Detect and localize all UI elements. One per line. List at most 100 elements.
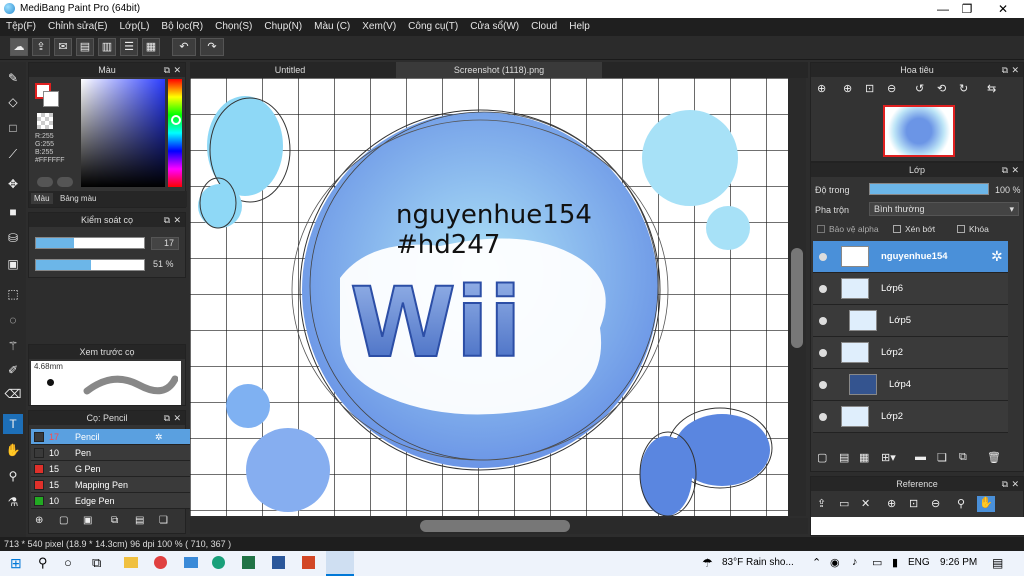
layer-row[interactable]: Lớp4: [813, 369, 1008, 401]
merge-layer-icon[interactable]: ⧉: [959, 451, 967, 464]
hue-slider[interactable]: [168, 79, 182, 187]
tab-untitled[interactable]: Untitled: [190, 62, 390, 78]
popout-icon[interactable]: ⧉: [164, 63, 170, 77]
transparent-swatch[interactable]: [37, 113, 53, 129]
vertical-scrollbar[interactable]: [788, 78, 806, 516]
menu-view[interactable]: Xem(V): [356, 18, 402, 36]
fit-icon[interactable]: ⊡: [909, 497, 918, 510]
palette-toggle-icon[interactable]: [37, 177, 53, 187]
visibility-eye-icon[interactable]: [819, 317, 827, 325]
close-panel-icon[interactable]: ✕: [173, 411, 181, 425]
delete-layer-icon[interactable]: 🗑: [987, 451, 1001, 464]
brush-item[interactable]: 15 Mapping Pen: [31, 477, 196, 493]
hand-icon[interactable]: ✋: [977, 496, 995, 512]
document-icon[interactable]: ▥: [98, 38, 116, 56]
monitor-icon[interactable]: [184, 557, 198, 568]
horizontal-scroll-thumb[interactable]: [420, 520, 570, 532]
layer-row[interactable]: Lớp6: [813, 273, 1008, 305]
battery-icon[interactable]: ▮: [892, 556, 898, 569]
zoom-out-icon[interactable]: ⊖: [887, 82, 896, 95]
fill-rect-tool-icon[interactable]: ■: [3, 202, 23, 222]
opacity-slider[interactable]: [35, 259, 145, 271]
new-brush-icon[interactable]: ▢: [59, 515, 68, 526]
tab-screenshot[interactable]: Screenshot (1118).png: [396, 62, 602, 78]
brush-item[interactable]: 10 Edge Pen: [31, 493, 196, 509]
new-layer-icon[interactable]: ▢: [817, 451, 827, 464]
drawing-canvas[interactable]: Wii nguyenhue154 #hd247: [190, 78, 788, 516]
file-explorer-icon[interactable]: [124, 557, 138, 568]
menu-tools[interactable]: Công cụ(T): [402, 18, 464, 36]
menu-cloud[interactable]: Cloud: [525, 18, 563, 36]
brush-item[interactable]: 10 Pen: [31, 445, 196, 461]
layer-row[interactable]: Lớp5: [813, 305, 1008, 337]
layer-settings-icon[interactable]: ✲: [991, 248, 1003, 265]
move-tool-icon[interactable]: ✥: [3, 174, 23, 194]
powerpoint-icon[interactable]: [302, 556, 315, 569]
tray-chevron-icon[interactable]: ⌃: [812, 556, 821, 569]
text-tool-icon[interactable]: T: [3, 414, 23, 434]
duplicate-brush-icon[interactable]: ❏: [159, 515, 168, 526]
menu-layer[interactable]: Lớp(L): [114, 18, 156, 36]
popout-icon[interactable]: ⧉: [1002, 63, 1008, 77]
list-icon[interactable]: ☰: [120, 38, 138, 56]
menu-filter[interactable]: Bộ lọc(R): [155, 18, 209, 36]
visibility-eye-icon[interactable]: [819, 349, 827, 357]
tray-app-icon[interactable]: ◉: [830, 556, 840, 569]
horizontal-scrollbar[interactable]: [190, 518, 808, 534]
menu-capture[interactable]: Chụp(N): [258, 18, 308, 36]
lasso-tool-icon[interactable]: ◌: [3, 310, 23, 330]
popout-icon[interactable]: ⧉: [164, 411, 170, 425]
magic-wand-icon[interactable]: ⚚: [3, 336, 23, 356]
task-view-icon[interactable]: ⧉: [92, 555, 101, 571]
select-rect-icon[interactable]: ⬚: [3, 284, 23, 304]
close-panel-icon[interactable]: ✕: [173, 63, 181, 77]
menu-window[interactable]: Cửa sổ(W): [464, 18, 525, 36]
brush-settings-icon[interactable]: ✲: [155, 429, 163, 445]
copy-brush-icon[interactable]: ⧉: [111, 515, 118, 526]
menu-color[interactable]: Màu (C): [308, 18, 356, 36]
layer-row[interactable]: Lớp2: [813, 337, 1008, 369]
lock-checkbox[interactable]: [957, 225, 965, 233]
color-picker-square[interactable]: [81, 79, 165, 187]
line-tool-icon[interactable]: ⟋: [3, 144, 23, 164]
zoom-fit-icon[interactable]: ⊕: [817, 82, 826, 95]
layer-opacity-slider[interactable]: [869, 183, 989, 195]
comment-icon[interactable]: ✉: [54, 38, 72, 56]
eyedropper-icon[interactable]: ⚲: [957, 497, 965, 510]
layer-row[interactable]: Lớp2: [813, 401, 1008, 433]
menu-help[interactable]: Help: [563, 18, 596, 36]
medibang-taskbar-icon[interactable]: [326, 551, 354, 576]
protect-alpha-checkbox[interactable]: [817, 225, 825, 233]
duplicate-layer-icon[interactable]: ❏: [937, 451, 947, 464]
popout-icon[interactable]: ⧉: [164, 213, 170, 227]
brush-tool-icon[interactable]: ✎: [3, 68, 23, 88]
word-icon[interactable]: [272, 556, 285, 569]
rotate-left-icon[interactable]: ↺: [915, 82, 924, 95]
eraser-tool-icon[interactable]: ◇: [3, 92, 23, 112]
navigator-thumbnail[interactable]: [883, 105, 955, 157]
new-layer-2-icon[interactable]: ▤: [839, 451, 849, 464]
notification-icon[interactable]: ▤: [992, 556, 1003, 570]
layer-row[interactable]: nguyenhue154 ✲: [813, 241, 1008, 273]
rectangle-tool-icon[interactable]: □: [3, 118, 23, 138]
folder-icon[interactable]: ▬: [915, 451, 926, 463]
weather-text[interactable]: 83°F Rain sho...: [722, 557, 794, 568]
cloud-upload-icon[interactable]: ⇪: [817, 497, 826, 510]
hand-tool-icon[interactable]: ✋: [3, 440, 23, 460]
close-panel-icon[interactable]: ✕: [173, 213, 181, 227]
zoom-in-icon[interactable]: ⊕: [887, 497, 896, 510]
zoom-in-icon[interactable]: ⊕: [843, 82, 852, 95]
clock[interactable]: 9:26 PM: [940, 557, 977, 568]
network-icon[interactable]: ▭: [872, 556, 882, 569]
open-folder-icon[interactable]: ▭: [839, 497, 849, 510]
close-icon[interactable]: ✕: [980, 0, 1024, 18]
select-eraser-icon[interactable]: ⌫: [3, 384, 23, 404]
clipping-checkbox[interactable]: [893, 225, 901, 233]
windows-start-icon[interactable]: ⊞: [10, 555, 22, 572]
zoom-out-icon[interactable]: ⊖: [931, 497, 940, 510]
visibility-eye-icon[interactable]: [819, 413, 827, 421]
grid-icon[interactable]: ▦: [142, 38, 160, 56]
blend-mode-select[interactable]: Bình thường ▾: [869, 202, 1019, 216]
undo-icon[interactable]: ↶: [172, 38, 196, 56]
add-layer-menu-icon[interactable]: ⊞▾: [881, 451, 896, 464]
